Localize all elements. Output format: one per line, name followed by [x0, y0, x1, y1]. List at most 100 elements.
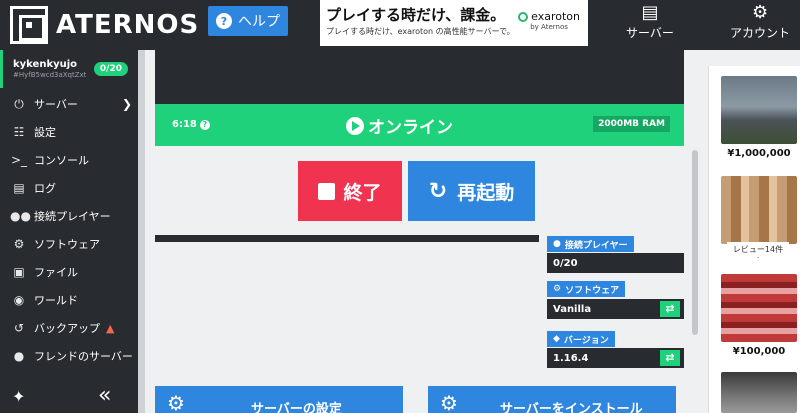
sidebar-item-world[interactable]: ◉ ワールド — [0, 286, 138, 314]
players-label: ● 接続プレイヤー — [547, 236, 634, 252]
ad-title: プレイする時だけ、課金。 — [326, 4, 505, 25]
version-value-text: 1.16.4 — [553, 353, 588, 364]
magic-wand-icon[interactable]: ✦ — [12, 387, 25, 406]
main-scrollbar[interactable] — [692, 150, 698, 335]
warning-icon: ▲ — [106, 322, 114, 335]
ram-badge: 2000MB RAM — [593, 116, 670, 132]
sidebar-item-settings[interactable]: ☷ 設定 — [0, 118, 138, 146]
product-image — [721, 372, 797, 413]
cogs-icon: ⚙ — [553, 284, 561, 294]
sidebar-item-label: バックアップ — [34, 320, 100, 336]
aternos-logo-icon — [10, 6, 48, 44]
sidebar-item-label: 設定 — [34, 124, 56, 140]
ad-brand: exaroton by Aternos — [518, 10, 580, 31]
install-server-button[interactable]: ⚙ サーバーをインストール — [428, 386, 676, 413]
ad-product-1[interactable]: ¥1,000,000 — [721, 76, 797, 159]
sidebar-item-console[interactable]: >_ コンソール — [0, 146, 138, 174]
server-icon: ▤ — [641, 2, 658, 24]
shuffle-icon[interactable]: ⇄ — [660, 350, 680, 366]
sidebar-item-label: フレンドのサーバー — [34, 348, 133, 364]
version-label: ◆ バージョン — [547, 331, 615, 347]
nav-server[interactable]: ▤ サーバー — [626, 2, 674, 41]
aternos-logo[interactable]: ATERNOS — [10, 6, 199, 44]
ad-product-3[interactable]: ¥100,000 — [721, 274, 797, 357]
version-label-text: バージョン — [564, 333, 609, 346]
sidebar-item-files[interactable]: ▣ ファイル — [0, 258, 138, 286]
ad-product-4[interactable] — [721, 372, 797, 413]
sidebar-footer: ✦ « — [0, 383, 138, 413]
players-value: 0/20 — [547, 253, 684, 273]
top-header: ATERNOS ? ヘルプ プレイする時だけ、課金。 プレイする時だけ、exar… — [0, 0, 800, 50]
help-label: ヘルプ — [238, 11, 280, 31]
sidebar-scrollbar[interactable] — [138, 50, 145, 413]
restart-button[interactable]: ↻ 再起動 — [408, 161, 535, 221]
user-lock-icon: ● — [10, 349, 28, 363]
product-price: ¥100,000 — [721, 346, 797, 357]
product-image — [721, 176, 797, 244]
nav-server-label: サーバー — [626, 24, 674, 41]
stop-button[interactable]: 終了 — [298, 161, 402, 221]
users-icon: ● — [553, 239, 561, 249]
sidebar-item-label: サーバー — [34, 96, 78, 112]
history-icon: ↺ — [10, 321, 28, 335]
top-ad-banner[interactable]: プレイする時だけ、課金。 プレイする時だけ、exaroton の高性能サーバーで… — [320, 0, 588, 46]
gear-icon: ⚙ — [167, 391, 185, 413]
players-value-text: 0/20 — [553, 258, 578, 269]
globe-icon: ◉ — [10, 293, 28, 307]
power-icon: ⏻ — [10, 97, 28, 112]
help-button[interactable]: ? ヘルプ — [208, 6, 288, 36]
user-id: #HyfB5wcd3aXqtZxt — [13, 71, 86, 79]
version-value: 1.16.4 ⇄ — [547, 348, 684, 368]
ad-subtitle: プレイする時だけ、exaroton の高性能サーバーで。 — [326, 26, 515, 37]
product-image — [721, 76, 797, 144]
status-time-value: 6:18 — [172, 119, 197, 130]
sidebar-item-players[interactable]: ●● 接続プレイヤー — [0, 202, 138, 230]
sidebar-item-label: ソフトウェア — [34, 236, 100, 252]
review-count-tag: レビュー14件 — [727, 242, 789, 257]
product-image — [721, 274, 797, 342]
refresh-icon: ↻ — [429, 179, 447, 204]
logo-text: ATERNOS — [56, 10, 199, 40]
stop-icon — [318, 183, 335, 200]
user-box[interactable]: kykenkyujo #HyfB5wcd3aXqtZxt 0/20 — [0, 50, 138, 88]
software-label: ⚙ ソフトウェア — [547, 281, 625, 297]
restart-label: 再起動 — [457, 178, 514, 205]
play-circle-icon — [346, 117, 364, 135]
file-icon: ▤ — [10, 181, 28, 195]
console-preview[interactable] — [155, 50, 684, 104]
sidebar-item-log[interactable]: ▤ ログ — [0, 174, 138, 202]
collapse-sidebar-icon[interactable]: « — [98, 383, 111, 408]
server-status-bar: 6:18? オンライン 2000MB RAM — [155, 104, 684, 146]
shuffle-icon[interactable]: ⇄ — [660, 301, 680, 317]
software-value-text: Vanilla — [553, 304, 591, 315]
install-server-label: サーバーをインストール — [500, 398, 643, 413]
sidebar-item-label: 接続プレイヤー — [34, 208, 111, 224]
status-progress-bar — [155, 235, 539, 242]
nav-account[interactable]: ⚙ アカウント — [730, 2, 790, 41]
status-state: オンライン — [368, 113, 453, 138]
ad-brand-name: exaroton — [531, 10, 580, 23]
cogs-icon: ⚙ — [10, 237, 28, 251]
sidebar-item-software[interactable]: ⚙ ソフトウェア — [0, 230, 138, 258]
status-time: 6:18? — [172, 119, 210, 130]
nav-account-label: アカウント — [730, 24, 790, 41]
players-label-text: 接続プレイヤー — [565, 238, 628, 251]
ad-brand-by: by Aternos — [518, 23, 580, 31]
player-count-badge: 0/20 — [94, 62, 128, 76]
sidebar-item-server[interactable]: ⏻ サーバー ❯ — [0, 90, 138, 118]
cogs-icon: ⚙ — [440, 391, 458, 413]
sidebar-item-label: コンソール — [34, 152, 89, 168]
right-ad-column: ¥1,000,000 ¥10,000 レビュー14件 ¥100,000 — [708, 66, 800, 413]
server-settings-button[interactable]: ⚙ サーバーの設定 — [155, 386, 403, 413]
folder-icon: ▣ — [10, 265, 28, 279]
exaroton-logo-icon — [518, 12, 528, 22]
product-price: ¥1,000,000 — [721, 148, 797, 159]
server-settings-label: サーバーの設定 — [251, 398, 342, 413]
user-gear-icon: ⚙ — [752, 2, 768, 24]
question-circle-icon[interactable]: ? — [200, 120, 210, 130]
software-label-text: ソフトウェア — [565, 283, 619, 296]
sidebar-menu: ⏻ サーバー ❯ ☷ 設定 >_ コンソール ▤ ログ ●● 接続プレイヤー ⚙… — [0, 90, 138, 370]
status-label: オンライン — [346, 113, 453, 138]
sidebar-item-friends[interactable]: ● フレンドのサーバー — [0, 342, 138, 370]
sidebar-item-backup[interactable]: ↺ バックアップ ▲ — [0, 314, 138, 342]
